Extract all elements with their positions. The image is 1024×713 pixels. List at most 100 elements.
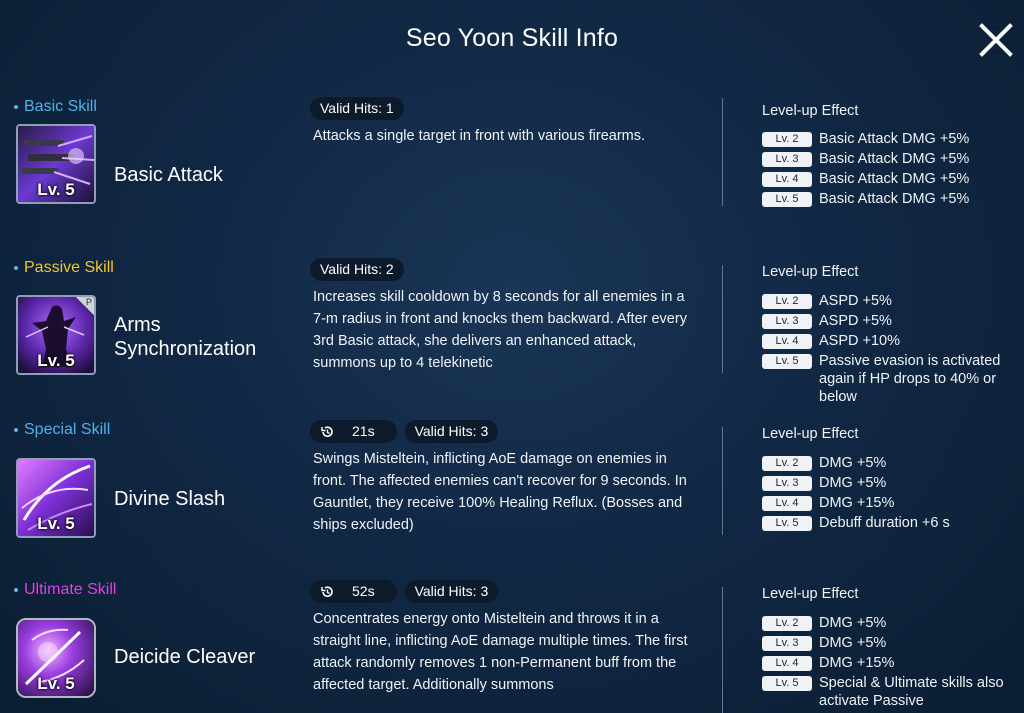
valid-hits-badge: Valid Hits: 2 xyxy=(310,258,404,281)
valid-hits-badge: Valid Hits: 3 xyxy=(404,580,499,603)
skill-level: Lv. 5 xyxy=(37,180,75,199)
skill-tags: 21s Valid Hits: 3 xyxy=(310,420,499,443)
page-title: Seo Yoon Skill Info xyxy=(405,24,619,52)
effect-item: Lv. 3 DMG +5% xyxy=(762,474,1017,492)
divider xyxy=(722,427,723,535)
close-button[interactable] xyxy=(978,22,1014,58)
skill-tags: 52s Valid Hits: 3 xyxy=(310,580,499,603)
level-badge: Lv. 3 xyxy=(762,636,812,651)
cooldown-value: 52s xyxy=(352,583,375,599)
divider xyxy=(722,587,723,713)
skill-row-special: Special Skill Lv. 5 Divine Slash 21s Val xyxy=(0,420,1024,583)
effect-item: Lv. 4 DMG +15% xyxy=(762,654,1017,672)
skill-level: Lv. 5 xyxy=(37,674,75,693)
effect-item: Lv. 3 DMG +5% xyxy=(762,634,1017,652)
effect-text: Special & Ultimate skills also activate … xyxy=(819,675,1004,709)
effect-item: Lv. 4 ASPD +10% xyxy=(762,332,1017,350)
effect-text: DMG +5% xyxy=(819,475,887,491)
skill-icon-basic-attack[interactable]: Lv. 5 xyxy=(16,124,96,204)
cooldown-value: 21s xyxy=(352,423,375,439)
level-up-effects: Lv. 2 ASPD +5% Lv. 3 ASPD +5% Lv. 4 ASPD +1… xyxy=(762,292,1017,408)
skill-icon-divine-slash[interactable]: Lv. 5 xyxy=(16,458,96,538)
skill-name: Basic Attack xyxy=(114,164,223,186)
level-up-title: Level-up Effect xyxy=(762,426,859,442)
cooldown-icon xyxy=(321,426,333,437)
effect-item: Lv. 5 Special & Ultimate skills also acti… xyxy=(762,674,1017,710)
effect-text: Passive evasion is activated again if HP… xyxy=(819,353,1001,405)
close-icon[interactable] xyxy=(978,22,1014,58)
bullet-dot xyxy=(14,105,18,109)
effect-text: Basic Attack DMG +5% xyxy=(819,131,970,147)
cooldown-badge: 21s xyxy=(310,420,397,443)
skill-name: Divine Slash xyxy=(114,488,226,510)
skill-row-ultimate: Ultimate Skill Lv. 5 Deicide Cleaver 52s xyxy=(0,580,1024,713)
level-badge: Lv. 2 xyxy=(762,132,812,147)
valid-hits-badge: Valid Hits: 1 xyxy=(310,97,404,120)
level-badge: Lv. 4 xyxy=(762,496,812,511)
skill-icon-arms-synchronization[interactable]: P Lv. 5 xyxy=(16,295,96,375)
level-badge: Lv. 3 xyxy=(762,152,812,167)
passive-badge: P xyxy=(76,297,94,315)
level-badge: Lv. 2 xyxy=(762,294,812,309)
effect-text: ASPD +5% xyxy=(819,293,892,309)
level-up-title: Level-up Effect xyxy=(762,103,859,119)
category-text: Ultimate Skill xyxy=(24,581,117,598)
effect-text: DMG +15% xyxy=(819,655,895,671)
effect-text: ASPD +5% xyxy=(819,313,892,329)
category-label: Ultimate Skill xyxy=(14,581,116,599)
level-up-effects: Lv. 2 DMG +5% Lv. 3 DMG +5% Lv. 4 DMG +15% … xyxy=(762,454,1017,534)
effect-item: Lv. 5 Debuff duration +6 s xyxy=(762,514,1017,532)
skill-level: Lv. 5 xyxy=(37,351,75,370)
skill-level: Lv. 5 xyxy=(37,514,75,533)
category-label: Special Skill xyxy=(14,421,110,439)
effect-text: Debuff duration +6 s xyxy=(819,515,950,531)
level-up-effects: Lv. 2 Basic Attack DMG +5% Lv. 3 Basic Att… xyxy=(762,130,1017,210)
skill-row-passive: Passive Skill P Lv. 5 Arms Synchronizati… xyxy=(0,258,1024,421)
effect-item: Lv. 5 Basic Attack DMG +5% xyxy=(762,190,1017,208)
level-badge: Lv. 5 xyxy=(762,676,812,691)
bullet-dot xyxy=(14,428,18,432)
effect-item: Lv. 3 Basic Attack DMG +5% xyxy=(762,150,1017,168)
effect-text: Basic Attack DMG +5% xyxy=(819,171,970,187)
skill-description: Attacks a single target in front with va… xyxy=(313,128,646,144)
effect-item: Lv. 4 DMG +15% xyxy=(762,494,1017,512)
level-badge: Lv. 5 xyxy=(762,516,812,531)
divider xyxy=(722,265,723,373)
level-badge: Lv. 3 xyxy=(762,476,812,491)
skill-icon-deicide-cleaver[interactable]: Lv. 5 xyxy=(16,618,96,698)
effect-text: DMG +5% xyxy=(819,615,887,631)
effect-text: DMG +5% xyxy=(819,635,887,651)
category-label: Basic Skill xyxy=(14,98,97,116)
valid-hits-badge: Valid Hits: 3 xyxy=(404,420,499,443)
effect-text: Basic Attack DMG +5% xyxy=(819,191,970,207)
level-badge: Lv. 2 xyxy=(762,456,812,471)
level-up-effects: Lv. 2 DMG +5% Lv. 3 DMG +5% Lv. 4 DMG +15% … xyxy=(762,614,1017,712)
skill-name: Arms Synchronization xyxy=(114,314,257,360)
level-badge: Lv. 5 xyxy=(762,354,812,369)
skill-description: Concentrates energy onto Misteltein and … xyxy=(313,611,688,693)
level-badge: Lv. 3 xyxy=(762,314,812,329)
effect-item: Lv. 2 Basic Attack DMG +5% xyxy=(762,130,1017,148)
effect-item: Lv. 2 DMG +5% xyxy=(762,614,1017,632)
effect-text: ASPD +10% xyxy=(819,333,901,349)
level-badge: Lv. 4 xyxy=(762,656,812,671)
bullet-dot xyxy=(14,266,18,270)
level-badge: Lv. 2 xyxy=(762,616,812,631)
skill-description: Swings Misteltein, inflicting AoE damage… xyxy=(313,451,687,533)
divider xyxy=(722,98,723,206)
effect-item: Lv. 2 DMG +5% xyxy=(762,454,1017,472)
level-up-title: Level-up Effect xyxy=(762,264,859,280)
level-badge: Lv. 4 xyxy=(762,172,812,187)
skill-tags: Valid Hits: 1 xyxy=(310,97,404,120)
cooldown-icon xyxy=(321,586,333,597)
effect-text: Basic Attack DMG +5% xyxy=(819,151,970,167)
effect-text: DMG +5% xyxy=(819,455,887,471)
effect-text: DMG +15% xyxy=(819,495,895,511)
bullet-dot xyxy=(14,588,18,592)
effect-item: Lv. 3 ASPD +5% xyxy=(762,312,1017,330)
effect-item: Lv. 2 ASPD +5% xyxy=(762,292,1017,310)
skill-row-basic: Basic Skill Lv. 5 Basic Attack Valid Hit… xyxy=(0,97,1024,260)
category-text: Basic Skill xyxy=(24,98,97,115)
level-up-title: Level-up Effect xyxy=(762,586,859,602)
skill-name: Deicide Cleaver xyxy=(114,646,256,668)
